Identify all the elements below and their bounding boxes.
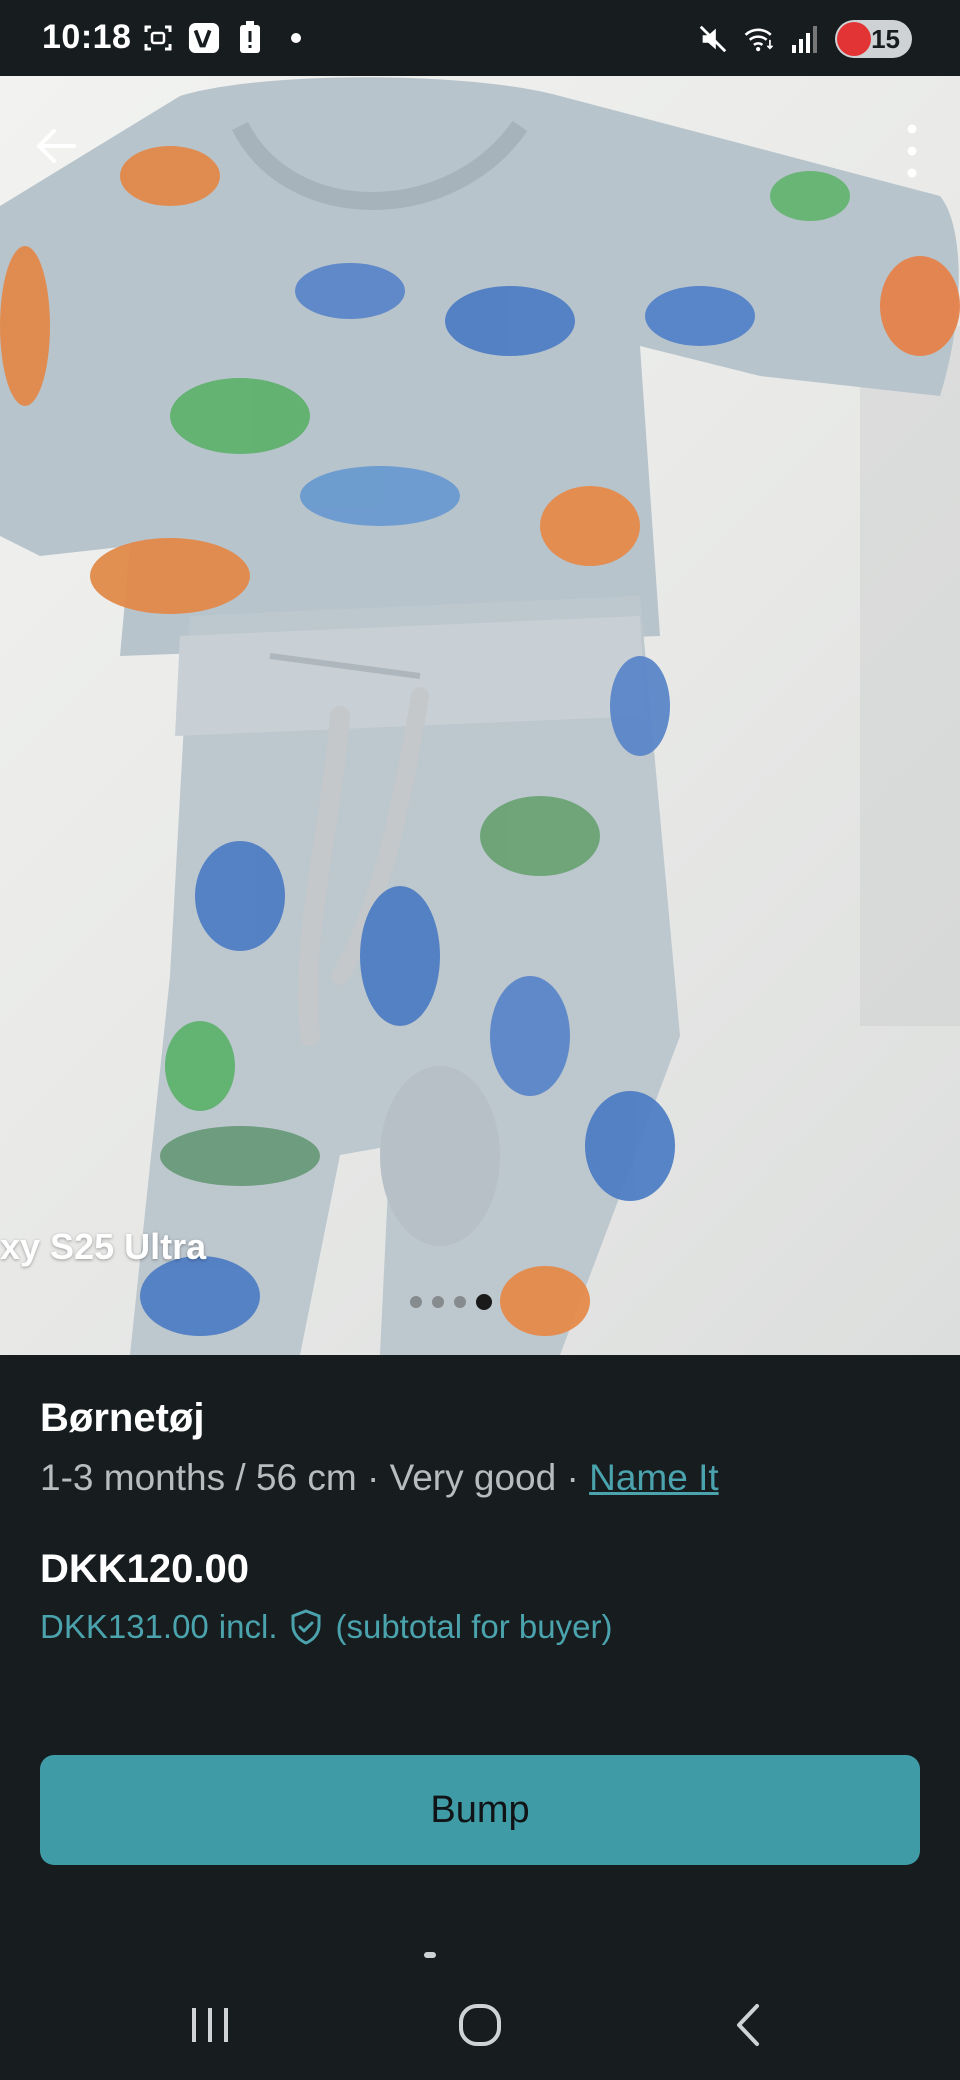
vinted-app-icon [188,22,220,54]
back-nav-icon[interactable] [690,1970,810,2080]
back-arrow-icon[interactable] [28,116,88,176]
separator: · [556,1457,590,1498]
buyer-price-row[interactable]: DKK131.00 incl. (subtotal for buyer) [40,1608,920,1646]
buyer-price-note: (subtotal for buyer) [335,1608,613,1645]
buyer-price: DKK131.00 [40,1608,209,1645]
listing-size: 1-3 months / 56 cm [40,1457,357,1498]
buyer-protection-shield-icon [291,1609,321,1645]
photo-watermark: xy S25 Ultra [0,1226,207,1267]
listing-details: 1-3 months / 56 cm · Very good · Name It [40,1457,920,1499]
listing-title: Børnetøj [40,1396,205,1440]
battery-icon: 15 [835,20,912,58]
scroll-handle [424,1952,436,1958]
carousel-dot[interactable] [454,1296,466,1308]
listing-info: Børnetøj 1-3 months / 56 cm · Very good … [40,1396,920,1646]
carousel-indicator [410,1294,492,1310]
status-time: 10:18 [42,18,132,56]
battery-low-indicator [837,22,872,56]
listing-condition: Very good [389,1457,557,1498]
status-icons-right: 15 [697,20,912,58]
screenshot-icon [142,22,174,54]
mute-icon [697,23,729,55]
brand-link[interactable]: Name It [589,1457,719,1498]
bump-button[interactable]: Bump [40,1755,920,1865]
notification-dot-icon [280,22,312,54]
more-options-icon[interactable] [892,116,932,186]
status-bar: 10:18 15 [0,0,960,76]
signal-icon [789,23,821,55]
battery-alert-icon [234,21,266,54]
listing-price: DKK120.00 [40,1547,250,1591]
home-icon[interactable] [420,1970,540,2080]
status-icons-left [142,21,312,54]
product-photo [0,77,960,1355]
battery-level: 15 [871,23,900,54]
carousel-dot[interactable] [410,1296,422,1308]
separator: · [356,1457,390,1498]
product-photo-carousel[interactable]: xy S25 Ultra [0,76,960,1355]
buyer-price-incl: incl. [218,1608,278,1645]
carousel-dot-active[interactable] [476,1294,492,1310]
carousel-dot[interactable] [432,1296,444,1308]
wifi-icon [743,23,775,55]
system-navigation-bar [0,1970,960,2080]
recent-apps-icon[interactable] [150,1970,270,2080]
